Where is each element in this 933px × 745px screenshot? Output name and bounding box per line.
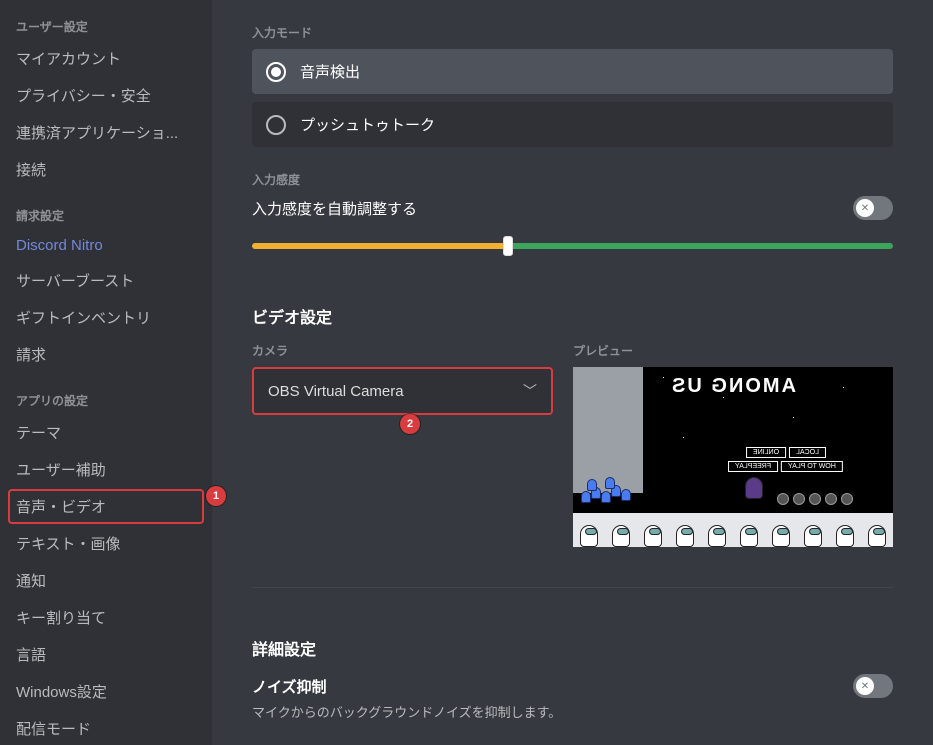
preview-game-title: AMONG US	[573, 375, 893, 398]
sidebar-item-language[interactable]: 言語	[8, 637, 204, 672]
camera-label: カメラ	[252, 342, 553, 359]
sidebar-item-streamer-mode[interactable]: 配信モード	[8, 711, 204, 745]
noise-suppression-title: ノイズ抑制	[252, 676, 327, 697]
video-section-title: ビデオ設定	[252, 304, 893, 328]
auto-sensitivity-toggle[interactable]: ✕	[853, 196, 893, 220]
auto-sensitivity-label: 入力感度を自動調整する	[252, 198, 417, 219]
noise-suppression-toggle[interactable]: ✕	[853, 674, 893, 698]
camera-selected-value: OBS Virtual Camera	[268, 383, 404, 400]
noise-suppression-desc: マイクからのバックグラウンドノイズを抑制します。	[252, 702, 893, 721]
preview-menu: ONLINE LOCAL FREEPLAY HOW TO PLAY	[728, 447, 843, 472]
sidebar-item-gift-inventory[interactable]: ギフトインベントリ	[8, 300, 204, 335]
divider	[252, 587, 893, 588]
sidebar-item-connections[interactable]: 接続	[8, 152, 204, 187]
sidebar-item-text-images[interactable]: テキスト・画像	[8, 526, 204, 561]
sensitivity-slider[interactable]	[252, 236, 893, 256]
sidebar-item-authorized-apps[interactable]: 連携済アプリケーショ...	[8, 115, 204, 150]
sidebar-item-my-account[interactable]: マイアカウント	[8, 41, 204, 76]
sidebar-item-notifications[interactable]: 通知	[8, 563, 204, 598]
sensitivity-label: 入力感度	[252, 171, 893, 188]
sidebar-item-windows-settings[interactable]: Windows設定	[8, 674, 204, 709]
settings-content: 入力モード 音声検出 プッシュトゥトーク 入力感度 入力感度を自動調整する ✕ …	[212, 0, 933, 745]
camera-dropdown[interactable]: OBS Virtual Camera ﹀	[252, 367, 553, 415]
toggle-knob-icon: ✕	[856, 677, 874, 695]
input-mode-label: 入力モード	[252, 24, 893, 41]
sidebar-section-user: ユーザー設定	[8, 0, 204, 41]
chevron-down-icon: ﹀	[523, 381, 537, 401]
preview-label: プレビュー	[573, 342, 893, 359]
radio-icon	[266, 62, 286, 82]
sidebar-item-server-boost[interactable]: サーバーブースト	[8, 263, 204, 298]
radio-icon	[266, 115, 286, 135]
radio-push-to-talk[interactable]: プッシュトゥトーク	[252, 102, 893, 147]
sidebar-section-billing: 請求設定	[8, 189, 204, 230]
camera-preview: AMONG US ONLINE LOCAL FREEPLAY HOW TO PL…	[573, 367, 893, 547]
annotation-badge-2: 2	[400, 414, 420, 434]
sidebar-item-accessibility[interactable]: ユーザー補助	[8, 452, 204, 487]
radio-voice-activity[interactable]: 音声検出	[252, 49, 893, 94]
sidebar-item-privacy[interactable]: プライバシー・安全	[8, 78, 204, 113]
sidebar-item-keybinds[interactable]: キー割り当て	[8, 600, 204, 635]
advanced-section-title: 詳細設定	[252, 636, 893, 660]
sidebar-item-nitro[interactable]: Discord Nitro	[8, 230, 204, 261]
sidebar-item-voice-video[interactable]: 音声・ビデオ	[8, 489, 204, 524]
slider-thumb-icon[interactable]	[503, 236, 513, 256]
sidebar-section-app: アプリの設定	[8, 374, 204, 415]
radio-label: プッシュトゥトーク	[300, 114, 435, 135]
preview-crew-strip	[573, 513, 893, 547]
settings-sidebar: ユーザー設定 マイアカウント プライバシー・安全 連携済アプリケーショ... 接…	[0, 0, 212, 745]
sidebar-item-theme[interactable]: テーマ	[8, 415, 204, 450]
toggle-knob-icon: ✕	[856, 199, 874, 217]
radio-label: 音声検出	[300, 61, 360, 82]
sidebar-item-billing[interactable]: 請求	[8, 337, 204, 372]
